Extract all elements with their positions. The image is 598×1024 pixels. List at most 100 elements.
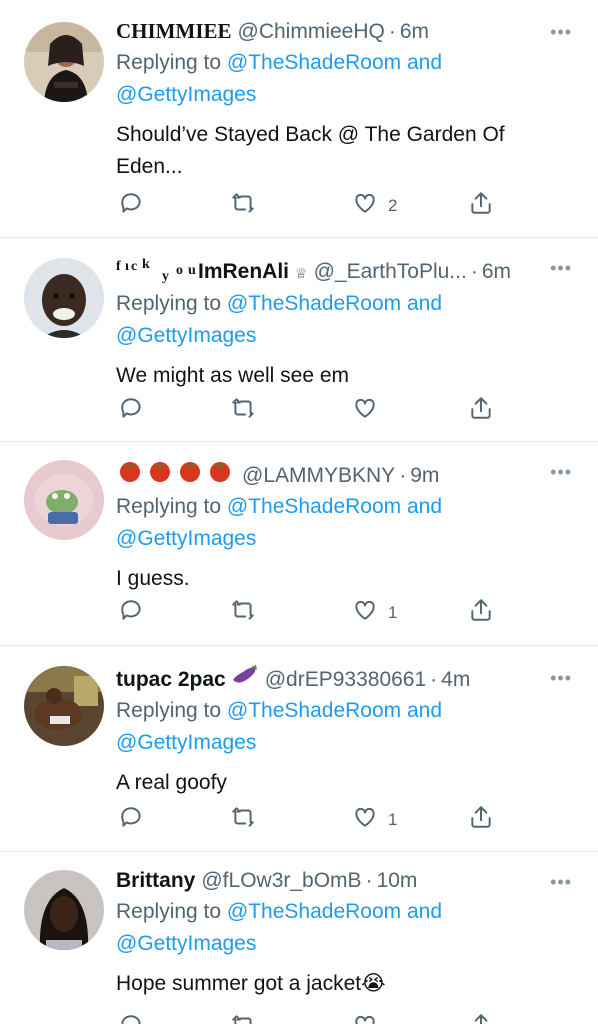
- tweet-header: @LAMMYBKNY · 9m: [116, 458, 528, 489]
- user-handle[interactable]: @ChimmieeHQ: [238, 19, 385, 45]
- mention-gettyimages[interactable]: @GettyImages: [116, 932, 256, 955]
- reply-icon: [118, 597, 144, 628]
- tweet-text: Hope summer got a jacket😭: [116, 968, 528, 1000]
- share-icon: [468, 597, 494, 628]
- avatar[interactable]: [24, 22, 104, 102]
- retweet-icon: [230, 395, 256, 426]
- share-button[interactable]: [468, 395, 494, 426]
- share-icon: [468, 395, 494, 426]
- tweet-actions: [116, 395, 506, 425]
- more-icon[interactable]: •••: [550, 462, 572, 483]
- more-icon[interactable]: •••: [550, 668, 572, 689]
- like-icon: [352, 395, 378, 426]
- tomato-icon: [206, 458, 234, 482]
- mention-and[interactable]: and: [407, 51, 442, 74]
- like-count: 1: [388, 602, 398, 622]
- retweet-icon: [230, 804, 256, 835]
- name-prefix-char: u: [188, 263, 196, 278]
- share-button[interactable]: [468, 804, 494, 835]
- share-icon: [468, 1012, 494, 1024]
- reply-button[interactable]: [118, 395, 144, 426]
- tweet-content: Brittany @fLOw3r_bOmB · 10m Replying to …: [116, 868, 528, 1000]
- tweet-4[interactable]: tupac 2pac @drEP93380661 · 4m Replying t…: [0, 646, 598, 852]
- share-button[interactable]: [468, 597, 494, 628]
- tweet-header: f ı c k y o u ImRenAli ♕ @_EarthToPlu...…: [116, 254, 538, 286]
- retweet-button[interactable]: [230, 190, 256, 221]
- mention-and[interactable]: and: [407, 699, 442, 722]
- tweet-actions: 1: [116, 597, 506, 627]
- separator-dot: ·: [399, 464, 407, 487]
- like-button[interactable]: 1: [352, 597, 397, 628]
- retweet-button[interactable]: [230, 597, 256, 628]
- tweet-2[interactable]: f ı c k y o u ImRenAli ♕ @_EarthToPlu...…: [0, 238, 598, 442]
- tweet-header: CHIMMIEE @ChimmieeHQ · 6m: [116, 18, 528, 45]
- tweet-3[interactable]: @LAMMYBKNY · 9m Replying to @TheShadeRoo…: [0, 442, 598, 646]
- replying-to-label: Replying to: [116, 51, 222, 74]
- tomato-name[interactable]: [116, 458, 236, 482]
- tweet-text-main: Hope summer got a jacket: [116, 972, 362, 995]
- display-name[interactable]: tupac 2pac: [116, 667, 226, 693]
- timestamp[interactable]: 6m: [482, 259, 511, 285]
- mention-gettyimages[interactable]: @GettyImages: [116, 83, 256, 106]
- user-handle[interactable]: @fLOw3r_bOmB: [201, 868, 361, 894]
- mention-and[interactable]: and: [407, 292, 442, 315]
- more-icon[interactable]: •••: [550, 872, 572, 893]
- user-handle[interactable]: @LAMMYBKNY: [242, 463, 395, 489]
- mention-theshaderoom[interactable]: @TheShadeRoom: [227, 51, 401, 74]
- retweet-button[interactable]: [230, 1012, 256, 1024]
- like-button[interactable]: 1: [352, 804, 397, 835]
- avatar[interactable]: [24, 870, 104, 950]
- reply-button[interactable]: [118, 1012, 144, 1024]
- replying-to-line-2: @GettyImages: [116, 727, 528, 759]
- mention-and[interactable]: and: [407, 495, 442, 518]
- avatar[interactable]: [24, 666, 104, 746]
- mention-gettyimages[interactable]: @GettyImages: [116, 527, 256, 550]
- replying-to-line: Replying to @TheShadeRoom and: [116, 896, 528, 928]
- tweet-actions: 1: [116, 804, 506, 834]
- like-button[interactable]: [352, 1012, 378, 1024]
- timestamp[interactable]: 6m: [400, 19, 429, 45]
- mention-gettyimages[interactable]: @GettyImages: [116, 731, 256, 754]
- like-icon: [352, 597, 378, 628]
- mention-theshaderoom[interactable]: @TheShadeRoom: [227, 900, 401, 923]
- replying-to-label: Replying to: [116, 900, 222, 923]
- display-name[interactable]: ImRenAli: [198, 259, 289, 285]
- reply-button[interactable]: [118, 597, 144, 628]
- like-icon: [352, 804, 378, 835]
- mention-theshaderoom[interactable]: @TheShadeRoom: [227, 495, 401, 518]
- replying-to-label: Replying to: [116, 699, 222, 722]
- avatar[interactable]: [24, 460, 104, 540]
- retweet-icon: [230, 597, 256, 628]
- like-button[interactable]: 2: [352, 190, 397, 221]
- mention-theshaderoom[interactable]: @TheShadeRoom: [227, 699, 401, 722]
- mention-gettyimages[interactable]: @GettyImages: [116, 324, 256, 347]
- like-button[interactable]: [352, 395, 378, 426]
- display-name[interactable]: CHIMMIEE: [116, 18, 232, 44]
- tweet-1[interactable]: CHIMMIEE @ChimmieeHQ · 6m Replying to @T…: [0, 0, 598, 238]
- user-handle[interactable]: @drEP93380661: [265, 667, 426, 693]
- name-prefix-char: c: [131, 259, 138, 274]
- avatar[interactable]: [24, 258, 104, 338]
- more-icon[interactable]: •••: [550, 22, 572, 43]
- display-name[interactable]: Brittany: [116, 868, 195, 894]
- replying-to-line-2: @GettyImages: [116, 928, 528, 960]
- timestamp[interactable]: 9m: [410, 463, 439, 489]
- tweet-5[interactable]: Brittany @fLOw3r_bOmB · 10m Replying to …: [0, 852, 598, 1024]
- replying-to-label: Replying to: [116, 495, 222, 518]
- retweet-button[interactable]: [230, 804, 256, 835]
- mention-and[interactable]: and: [407, 900, 442, 923]
- more-icon[interactable]: •••: [550, 258, 572, 279]
- share-button[interactable]: [468, 190, 494, 221]
- name-prefix-char: o: [176, 263, 183, 278]
- user-handle[interactable]: @_EarthToPlu...: [314, 259, 467, 285]
- tweet-content: CHIMMIEE @ChimmieeHQ · 6m Replying to @T…: [116, 18, 528, 183]
- timestamp[interactable]: 10m: [377, 868, 418, 894]
- name-decoration: f ı c k y o u: [116, 254, 198, 284]
- tweet-text: A real goofy: [116, 771, 227, 794]
- reply-button[interactable]: [118, 190, 144, 221]
- share-button[interactable]: [468, 1012, 494, 1024]
- reply-button[interactable]: [118, 804, 144, 835]
- retweet-button[interactable]: [230, 395, 256, 426]
- timestamp[interactable]: 4m: [441, 667, 470, 693]
- mention-theshaderoom[interactable]: @TheShadeRoom: [227, 292, 401, 315]
